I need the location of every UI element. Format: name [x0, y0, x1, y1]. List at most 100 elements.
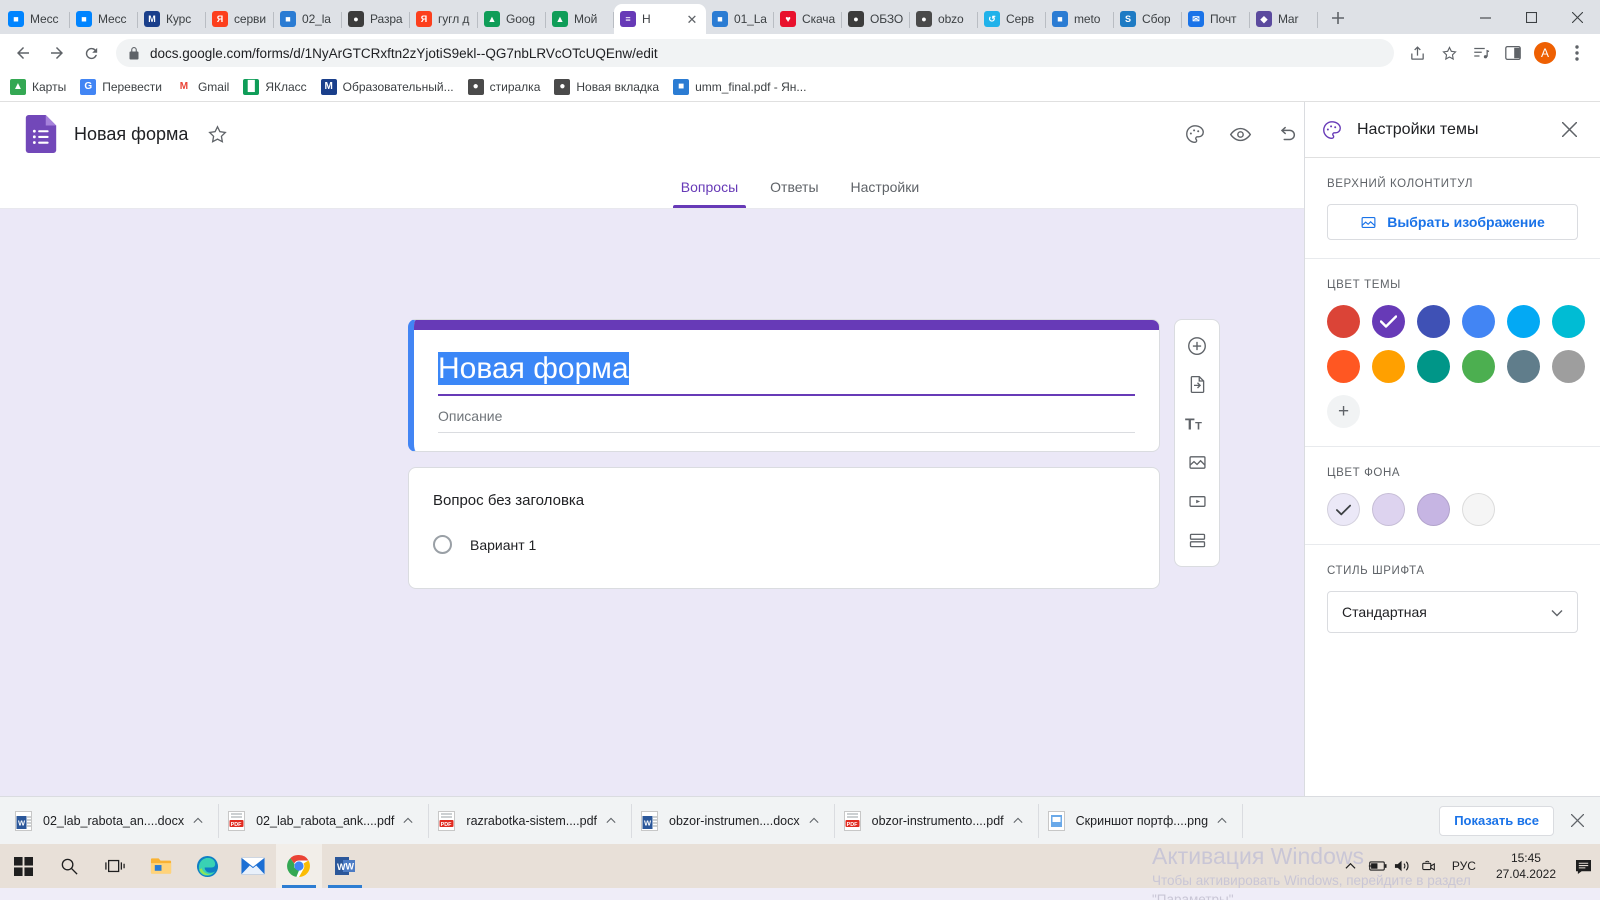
theme-color-swatch[interactable]	[1327, 350, 1360, 383]
download-menu-icon[interactable]	[184, 817, 212, 824]
question-card[interactable]: Вопрос без заголовка Вариант 1	[408, 467, 1160, 589]
background-color-swatch[interactable]	[1417, 493, 1450, 526]
start-button[interactable]	[0, 844, 46, 888]
close-button[interactable]	[1554, 0, 1600, 34]
bookmark-item[interactable]: M Gmail	[175, 78, 229, 95]
form-title-card[interactable]: Новая форма Описание	[408, 319, 1160, 452]
question-title[interactable]: Вопрос без заголовка	[433, 492, 1135, 509]
browser-tab[interactable]: ↺Серв✕	[978, 4, 1046, 34]
notifications-icon[interactable]	[1566, 844, 1600, 888]
battery-icon[interactable]	[1364, 844, 1390, 888]
browser-tab[interactable]: ✉Почт✕	[1182, 4, 1250, 34]
browser-tab[interactable]: ♥Скача✕	[774, 4, 842, 34]
show-all-downloads-button[interactable]: Показать все	[1439, 805, 1554, 836]
download-menu-icon[interactable]	[394, 817, 422, 824]
form-description-field[interactable]: Описание	[438, 396, 1135, 432]
import-questions-icon[interactable]	[1177, 365, 1217, 404]
bookmark-star-icon[interactable]	[1434, 38, 1464, 68]
theme-color-swatch[interactable]	[1552, 305, 1585, 338]
show-hidden-icons-icon[interactable]	[1338, 844, 1364, 888]
close-icon[interactable]	[1554, 115, 1584, 145]
star-icon[interactable]	[200, 117, 234, 151]
browser-tab[interactable]: ■Месс✕	[70, 4, 138, 34]
new-tab-button[interactable]	[1324, 4, 1352, 32]
profile-avatar[interactable]: A	[1530, 38, 1560, 68]
theme-color-swatch[interactable]	[1372, 305, 1405, 338]
form-document-title[interactable]: Новая форма	[74, 124, 188, 145]
add-section-icon[interactable]	[1177, 521, 1217, 560]
close-tab-icon[interactable]: ✕	[684, 11, 700, 27]
font-style-select[interactable]: Стандартная	[1327, 591, 1578, 633]
task-view-icon[interactable]	[92, 844, 138, 888]
radio-button-icon[interactable]	[433, 535, 452, 554]
bookmark-item[interactable]: G Перевести	[80, 78, 162, 95]
download-item[interactable]: PDF obzor-instrumento....pdf	[837, 803, 1039, 838]
add-image-icon[interactable]	[1177, 443, 1217, 482]
palette-icon[interactable]	[1175, 114, 1215, 154]
theme-color-swatch[interactable]	[1552, 350, 1585, 383]
bookmark-item[interactable]: █ ЯКласс	[243, 78, 307, 95]
forward-button[interactable]	[42, 38, 72, 68]
theme-color-swatch[interactable]	[1417, 305, 1450, 338]
undo-icon[interactable]	[1267, 114, 1307, 154]
browser-tab[interactable]: ▲Goog✕	[478, 4, 546, 34]
browser-tab[interactable]: ◆Mar✕	[1250, 4, 1318, 34]
download-menu-icon[interactable]	[800, 817, 828, 824]
close-downloads-bar-icon[interactable]	[1562, 806, 1592, 836]
forms-tab-настройки[interactable]: Настройки	[835, 166, 936, 208]
browser-tab[interactable]: Ясерви✕	[206, 4, 274, 34]
theme-color-swatch[interactable]	[1507, 305, 1540, 338]
edge-icon[interactable]	[184, 844, 230, 888]
theme-color-swatch[interactable]	[1462, 350, 1495, 383]
forms-tab-вопросы[interactable]: Вопросы	[665, 166, 754, 208]
add-video-icon[interactable]	[1177, 482, 1217, 521]
preview-eye-icon[interactable]	[1221, 114, 1261, 154]
download-menu-icon[interactable]	[1208, 817, 1236, 824]
share-icon[interactable]	[1402, 38, 1432, 68]
browser-tab[interactable]: MКурс✕	[138, 4, 206, 34]
browser-tab[interactable]: ●Разра✕	[342, 4, 410, 34]
bookmark-item[interactable]: ▲ Карты	[10, 78, 66, 95]
bookmark-item[interactable]: ■ umm_final.pdf - Ян...	[673, 78, 806, 95]
word-icon[interactable]: WW	[322, 844, 368, 888]
download-item[interactable]: Wobzor-instrumen....docx	[634, 803, 835, 838]
volume-icon[interactable]	[1390, 844, 1416, 888]
browser-tab[interactable]: ≡ Н ✕	[614, 4, 706, 34]
theme-color-swatch[interactable]	[1417, 350, 1450, 383]
background-color-swatch[interactable]	[1462, 493, 1495, 526]
browser-tab[interactable]: ■Месс✕	[2, 4, 70, 34]
browser-tab[interactable]: SСбор✕	[1114, 4, 1182, 34]
bookmark-item[interactable]: M Образовательный...	[320, 78, 454, 95]
browser-tab[interactable]: ●obzo✕	[910, 4, 978, 34]
theme-color-swatch[interactable]	[1372, 350, 1405, 383]
browser-tab[interactable]: ■meto✕	[1046, 4, 1114, 34]
address-bar[interactable]: docs.google.com/forms/d/1NyArGTCRxftn2zY…	[116, 39, 1394, 67]
minimize-button[interactable]	[1462, 0, 1508, 34]
download-menu-icon[interactable]	[1004, 817, 1032, 824]
camera-icon[interactable]	[1416, 844, 1442, 888]
language-indicator[interactable]: РУС	[1442, 859, 1486, 873]
theme-color-swatch[interactable]	[1327, 305, 1360, 338]
clock[interactable]: 15:45 27.04.2022	[1486, 850, 1566, 882]
theme-color-swatch[interactable]	[1462, 305, 1495, 338]
download-item[interactable]: PDF 02_lab_rabota_ank....pdf	[221, 803, 430, 838]
add-custom-color-button[interactable]: +	[1327, 395, 1360, 428]
browser-tab[interactable]: ▲Мой ✕	[546, 4, 614, 34]
background-color-swatch[interactable]	[1327, 493, 1360, 526]
side-panel-icon[interactable]	[1498, 38, 1528, 68]
back-button[interactable]	[8, 38, 38, 68]
option-label[interactable]: Вариант 1	[470, 537, 536, 553]
browser-tab[interactable]: ●ОБЗО✕	[842, 4, 910, 34]
browser-tab[interactable]: ■01_La✕	[706, 4, 774, 34]
question-option-row[interactable]: Вариант 1	[433, 535, 1135, 554]
background-color-swatch[interactable]	[1372, 493, 1405, 526]
download-item[interactable]: Скриншот портф....png	[1041, 803, 1244, 838]
bookmark-item[interactable]: ● Новая вкладка	[554, 78, 659, 95]
download-menu-icon[interactable]	[597, 817, 625, 824]
add-title-icon[interactable]: TT	[1177, 404, 1217, 443]
download-item[interactable]: W 02_lab_rabota_an....docx	[8, 803, 220, 838]
browser-tab[interactable]: Ягугл д✕	[410, 4, 478, 34]
forms-tab-ответы[interactable]: Ответы	[754, 166, 834, 208]
chrome-icon[interactable]	[276, 844, 322, 888]
file-explorer-icon[interactable]	[138, 844, 184, 888]
